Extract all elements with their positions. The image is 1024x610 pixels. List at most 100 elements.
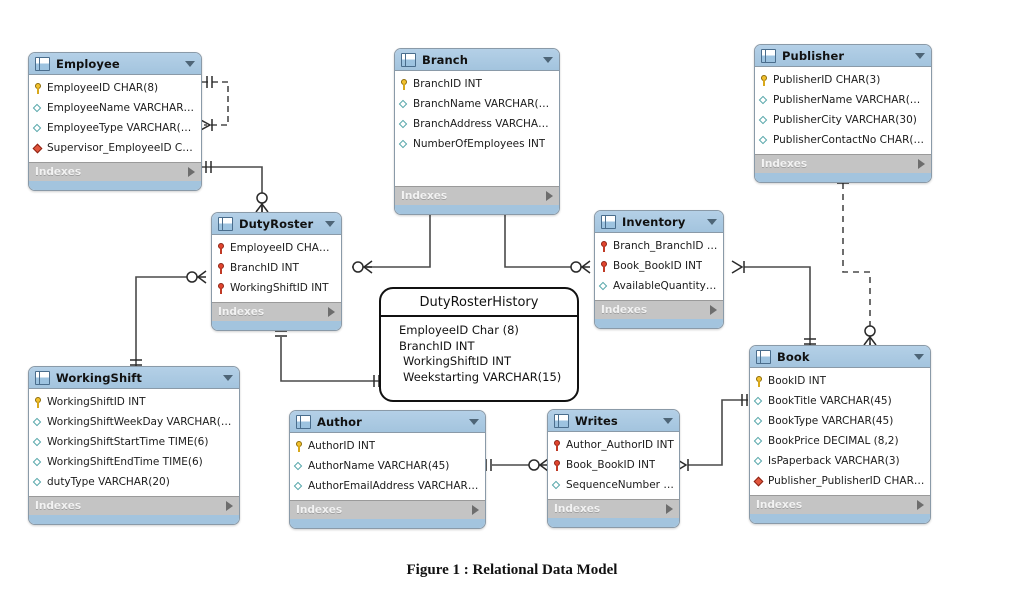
- table-employee[interactable]: Employee EmployeeID CHAR(8) EmployeeName…: [28, 52, 202, 191]
- entity-field: BranchID INT: [399, 338, 475, 353]
- field-label: PublisherCity VARCHAR(30): [773, 114, 917, 126]
- indexes-bar[interactable]: Indexes: [212, 302, 341, 321]
- expand-arrow-icon[interactable]: [188, 167, 195, 177]
- table-row[interactable]: AuthorName VARCHAR(45): [290, 456, 485, 476]
- expand-arrow-icon[interactable]: [666, 504, 673, 514]
- chevron-down-icon[interactable]: [914, 353, 924, 360]
- chevron-down-icon[interactable]: [663, 417, 673, 424]
- table-row[interactable]: EmployeeType VARCHAR(20): [29, 118, 201, 138]
- table-writes[interactable]: Writes Author_AuthorID INT Book_BookID I…: [547, 409, 680, 528]
- field-label: dutyType VARCHAR(20): [47, 476, 170, 488]
- table-branch[interactable]: Branch BranchID INT BranchName VARCHAR(4…: [394, 48, 560, 215]
- table-row[interactable]: EmployeeID CHAR(8): [212, 238, 341, 258]
- table-row[interactable]: PublisherName VARCHAR(45): [755, 90, 931, 110]
- table-inventory[interactable]: Inventory Branch_BranchID INT Book_BookI…: [594, 210, 724, 329]
- table-row[interactable]: AuthorID INT: [290, 436, 485, 456]
- er-diagram-canvas: Employee EmployeeID CHAR(8) EmployeeName…: [0, 0, 1024, 610]
- table-row[interactable]: WorkingShiftEndTime TIME(6): [29, 452, 239, 472]
- table-header-author[interactable]: Author: [290, 411, 485, 433]
- table-row[interactable]: Book_BookID INT: [548, 455, 679, 475]
- pkfk-key-icon: [216, 262, 227, 275]
- table-row[interactable]: SequenceNumber INT: [548, 475, 679, 495]
- field-label: AvailableQuantity INT: [613, 280, 718, 292]
- table-row[interactable]: BranchName VARCHAR(45): [395, 94, 559, 114]
- expand-arrow-icon[interactable]: [710, 305, 717, 315]
- chevron-down-icon[interactable]: [325, 220, 335, 227]
- chevron-down-icon[interactable]: [915, 52, 925, 59]
- table-row[interactable]: AvailableQuantity INT: [595, 276, 723, 296]
- table-row[interactable]: Branch_BranchID INT: [595, 236, 723, 256]
- table-title: Author: [317, 414, 362, 429]
- table-row[interactable]: PublisherCity VARCHAR(30): [755, 110, 931, 130]
- table-row[interactable]: dutyType VARCHAR(20): [29, 472, 239, 492]
- table-row[interactable]: BookPrice DECIMAL (8,2): [750, 431, 930, 451]
- field-label: BookPrice DECIMAL (8,2): [768, 435, 899, 447]
- indexes-bar[interactable]: Indexes: [755, 154, 931, 173]
- card-one-employee-dutyroster: [205, 161, 212, 173]
- expand-arrow-icon[interactable]: [546, 191, 553, 201]
- indexes-bar[interactable]: Indexes: [29, 162, 201, 181]
- table-row[interactable]: WorkingShiftStartTime TIME(6): [29, 432, 239, 452]
- table-fields: PublisherID CHAR(3) PublisherName VARCHA…: [755, 67, 931, 154]
- column-icon: [399, 138, 410, 151]
- indexes-bar[interactable]: Indexes: [29, 496, 239, 515]
- table-row[interactable]: BookTitle VARCHAR(45): [750, 391, 930, 411]
- table-row[interactable]: BranchID INT: [212, 258, 341, 278]
- table-row[interactable]: Book_BookID INT: [595, 256, 723, 276]
- table-row[interactable]: Author_AuthorID INT: [548, 435, 679, 455]
- indexes-bar[interactable]: Indexes: [290, 500, 485, 519]
- table-header-inventory[interactable]: Inventory: [595, 211, 723, 233]
- expand-arrow-icon[interactable]: [472, 505, 479, 515]
- table-row[interactable]: AuthorEmailAddress VARCHAR(45): [290, 476, 485, 496]
- table-header-book[interactable]: Book: [750, 346, 930, 368]
- table-row[interactable]: Publisher_PublisherID CHAR(3): [750, 471, 930, 491]
- field-label: BookTitle VARCHAR(45): [768, 395, 892, 407]
- field-label: Supervisor_EmployeeID CH...: [47, 142, 196, 154]
- table-row[interactable]: WorkingShiftID INT: [29, 392, 239, 412]
- table-author[interactable]: Author AuthorID INT AuthorName VARCHAR(4…: [289, 410, 486, 529]
- table-row[interactable]: BranchAddress VARCHAR...: [395, 114, 559, 134]
- table-header-employee[interactable]: Employee: [29, 53, 201, 75]
- table-row[interactable]: WorkingShiftID INT: [212, 278, 341, 298]
- entity-dutyrosterhistory[interactable]: DutyRosterHistory EmployeeID Char (8) Br…: [379, 287, 579, 402]
- table-workingshift[interactable]: WorkingShift WorkingShiftID INT WorkingS…: [28, 366, 240, 525]
- table-row[interactable]: Supervisor_EmployeeID CH...: [29, 138, 201, 158]
- table-header-dutyroster[interactable]: DutyRoster: [212, 213, 341, 235]
- chevron-down-icon[interactable]: [469, 418, 479, 425]
- table-row[interactable]: IsPaperback VARCHAR(3): [750, 451, 930, 471]
- table-publisher[interactable]: Publisher PublisherID CHAR(3) PublisherN…: [754, 44, 932, 183]
- table-header-branch[interactable]: Branch: [395, 49, 559, 71]
- expand-arrow-icon[interactable]: [917, 500, 924, 510]
- table-book[interactable]: Book BookID INT BookTitle VARCHAR(45) Bo…: [749, 345, 931, 524]
- column-icon: [759, 94, 770, 107]
- indexes-bar[interactable]: Indexes: [548, 499, 679, 518]
- table-row[interactable]: NumberOfEmployees INT: [395, 134, 559, 154]
- entity-fields: EmployeeID Char (8) BranchID INT Working…: [381, 317, 577, 391]
- chevron-down-icon[interactable]: [707, 218, 717, 225]
- chevron-down-icon[interactable]: [543, 56, 553, 63]
- indexes-bar[interactable]: Indexes: [750, 495, 930, 514]
- expand-arrow-icon[interactable]: [226, 501, 233, 511]
- table-row[interactable]: PublisherID CHAR(3): [755, 70, 931, 90]
- chevron-down-icon[interactable]: [223, 374, 233, 381]
- table-header-publisher[interactable]: Publisher: [755, 45, 931, 67]
- field-label: PublisherName VARCHAR(45): [773, 94, 926, 106]
- table-row[interactable]: BookType VARCHAR(45): [750, 411, 930, 431]
- indexes-bar[interactable]: Indexes: [595, 300, 723, 319]
- pk-key-icon: [33, 82, 44, 95]
- chevron-down-icon[interactable]: [185, 60, 195, 67]
- table-row[interactable]: BranchID INT: [395, 74, 559, 94]
- table-dutyroster[interactable]: DutyRoster EmployeeID CHAR(8) BranchID I…: [211, 212, 342, 331]
- expand-arrow-icon[interactable]: [328, 307, 335, 317]
- table-header-workingshift[interactable]: WorkingShift: [29, 367, 239, 389]
- table-row[interactable]: WorkingShiftWeekDay VARCHAR(15): [29, 412, 239, 432]
- table-row[interactable]: PublisherContactNo CHAR(10): [755, 130, 931, 150]
- table-row[interactable]: BookID INT: [750, 371, 930, 391]
- table-row[interactable]: EmployeeID CHAR(8): [29, 78, 201, 98]
- table-header-writes[interactable]: Writes: [548, 410, 679, 432]
- field-label: BookID INT: [768, 375, 827, 387]
- table-row[interactable]: EmployeeName VARCHAR(45): [29, 98, 201, 118]
- indexes-bar[interactable]: Indexes: [395, 186, 559, 205]
- field-label: Book_BookID INT: [613, 260, 703, 272]
- expand-arrow-icon[interactable]: [918, 159, 925, 169]
